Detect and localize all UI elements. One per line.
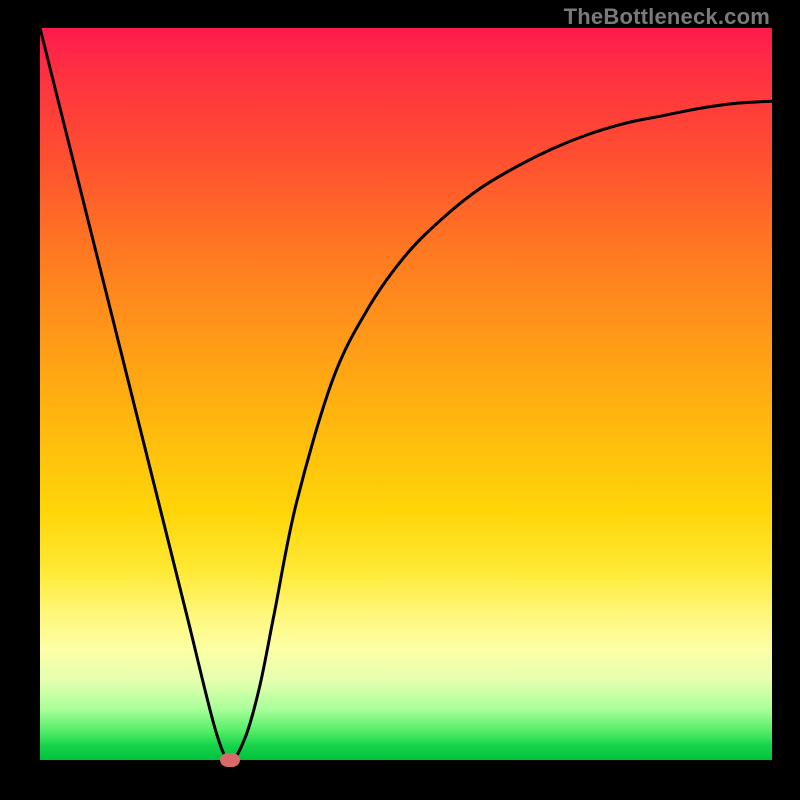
watermark-text: TheBottleneck.com <box>564 4 770 30</box>
chart-frame: TheBottleneck.com <box>0 0 800 800</box>
minimum-marker <box>220 753 240 767</box>
plot-area <box>40 28 772 760</box>
bottleneck-curve <box>40 28 772 760</box>
